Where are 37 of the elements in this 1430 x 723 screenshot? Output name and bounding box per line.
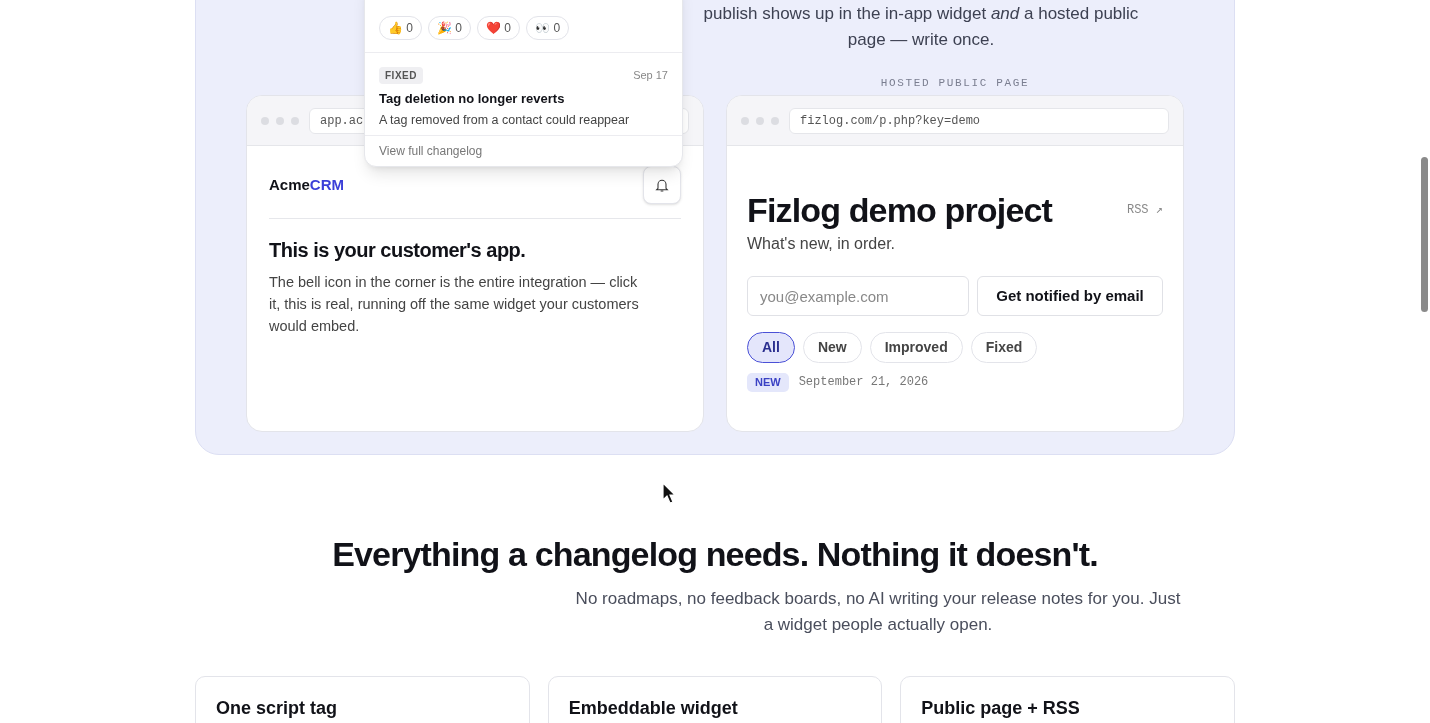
bell-button[interactable]: [643, 166, 681, 204]
feature-title: One script tag: [216, 697, 339, 720]
reaction-button[interactable]: ❤ 0: [477, 16, 521, 40]
filter-chip[interactable]: New: [802, 332, 862, 363]
window-dots-icon: [261, 116, 299, 125]
app-description: The bell icon in the corner is the entire integration — click it, this is real, running off the same widget your customers would embed.: [269, 273, 640, 336]
intro-text: publish shows up in the in-app widget and a hosted public page — write once.: [702, 3, 1140, 51]
feature-title: Public page + RSS: [921, 697, 1081, 720]
window-dots-icon: [741, 116, 779, 125]
rss-link[interactable]: RSS ↗: [1126, 201, 1163, 219]
view-changelog-link[interactable]: View full changelog: [379, 142, 483, 161]
filter-chip[interactable]: All: [747, 332, 795, 363]
entry-summary: A tag removed from a contact could reappear: [379, 111, 631, 129]
bell-icon: [654, 177, 670, 193]
reaction-button[interactable]: 👀 0: [526, 16, 570, 40]
entry-date: Sep 17: [633, 68, 668, 84]
feature-title: Embeddable widget: [568, 697, 739, 720]
subscribe-button[interactable]: Get notified by email: [977, 276, 1163, 316]
url-field[interactable]: fizlog.com/p.php?key=demo: [789, 107, 1169, 134]
section-label: HOSTED PUBLIC PAGE: [879, 76, 1031, 91]
entry-title: Tag deletion no longer reverts: [379, 90, 566, 108]
email-field[interactable]: you@example.com: [747, 276, 969, 316]
page-title: Fizlog demo project: [747, 190, 1052, 230]
section-heading: Everything a changelog needs. Nothing it doesn't.: [331, 534, 1099, 575]
app-logo: AcmeCRM: [269, 174, 345, 195]
section-subheading: No roadmaps, no feedback boards, no AI writing your release notes for you. Just a widget people actually open.: [574, 588, 1182, 636]
tag-label: NEW: [747, 373, 789, 392]
tag-label: FIXED: [379, 67, 423, 84]
reaction-button[interactable]: 👍 0: [379, 16, 422, 40]
app-heading: This is your customer's app.: [269, 238, 527, 263]
filter-chip[interactable]: Improved: [869, 332, 963, 363]
cursor-icon: [662, 482, 676, 504]
filter-chip[interactable]: Fixed: [970, 332, 1038, 363]
entry-date: September 21, 2026: [798, 374, 929, 392]
scrollbar-thumb[interactable]: [1421, 157, 1428, 312]
page-subtitle: What's new, in order.: [747, 234, 896, 254]
reaction-button[interactable]: 🎉 0: [428, 16, 472, 40]
